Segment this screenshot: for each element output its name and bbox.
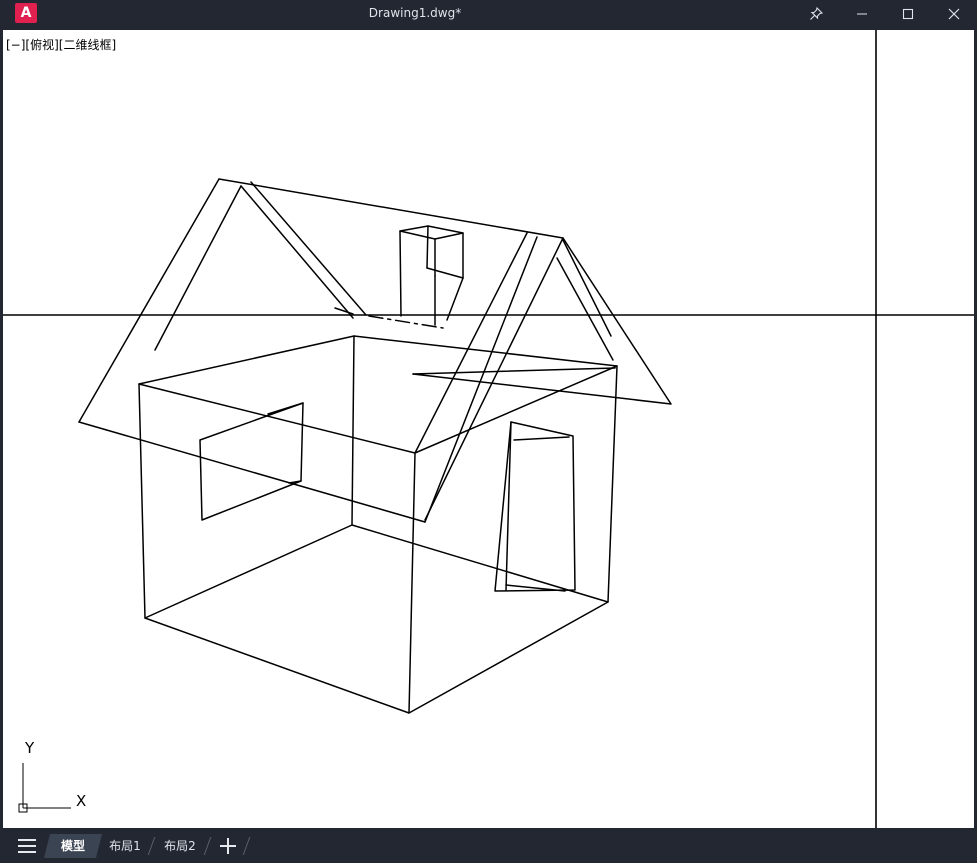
tab-layout1[interactable]: 布局1 <box>101 834 149 858</box>
ucs-icon <box>18 763 71 813</box>
house-walls <box>138 335 618 714</box>
minimize-icon[interactable] <box>839 0 885 28</box>
plus-icon[interactable] <box>219 837 237 855</box>
title-bar: A Drawing1.dwg* <box>0 0 977 28</box>
pin-icon[interactable] <box>793 0 839 28</box>
tab-layout2[interactable]: 布局2 <box>156 834 204 858</box>
crosshair-cursor <box>3 30 974 828</box>
drawing-canvas[interactable]: [−][俯视][二维线框] Y X <box>3 30 974 828</box>
hamburger-icon[interactable] <box>18 839 36 853</box>
house-wireframe-drawing <box>3 30 974 828</box>
house-roof <box>78 178 672 523</box>
chimney <box>368 225 464 329</box>
document-title: Drawing1.dwg* <box>368 6 462 20</box>
tab-separator <box>242 837 251 855</box>
tab-separator <box>203 837 212 855</box>
close-icon[interactable] <box>931 0 977 28</box>
ucs-x-label: X <box>76 792 87 810</box>
ucs-y-label: Y <box>25 739 35 757</box>
maximize-icon[interactable] <box>885 0 931 28</box>
layout-tab-bar: 模型 布局1 布局2 <box>0 829 977 863</box>
door <box>494 421 576 592</box>
tab-model[interactable]: 模型 <box>44 834 102 858</box>
viewport-controls-label[interactable]: [−][俯视][二维线框] <box>6 36 116 53</box>
